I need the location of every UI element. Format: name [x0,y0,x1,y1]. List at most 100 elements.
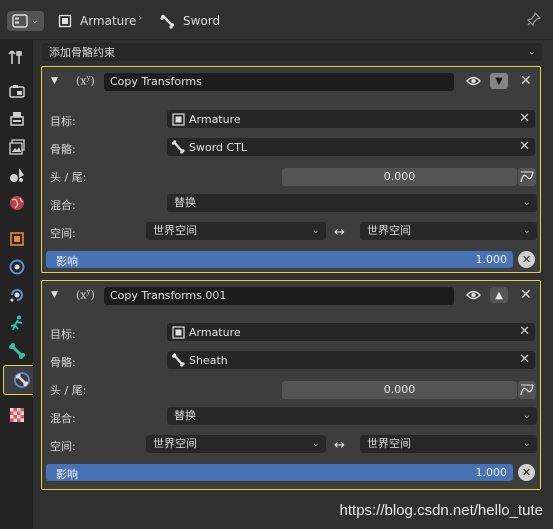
owner-space-dropdown[interactable]: 世界空间 ⌄ [146,222,326,240]
target-row: 目标: Armature ✕ [42,323,540,343]
modifiers-icon[interactable] [6,256,28,278]
texture-icon[interactable] [6,404,28,426]
collapse-triangle-icon[interactable]: ▼ [51,76,58,86]
bone-field[interactable]: Sword CTL ✕ [167,138,535,156]
world-icon[interactable] [6,192,28,214]
add-bone-constraint-dropdown[interactable]: 添加骨骼约束 ⌄ [42,43,542,61]
mix-value: 替换 [174,409,196,422]
scene-icon[interactable] [6,164,28,186]
target-space-value: 世界空间 [367,224,411,237]
use-bbone-shape-toggle[interactable] [518,168,536,186]
target-row: 目标: Armature ✕ [42,110,540,130]
copy-transforms-icon: (xy) [76,288,95,302]
triangle-down-icon: ▼ [495,75,503,87]
breadcrumb-bone-name: Sword [183,14,221,28]
mix-dropdown[interactable]: 替换 ⌄ [167,407,537,425]
watermark-text: https://blog.csdn.net/hello_tute [339,502,543,519]
bbone-curve-icon [520,171,534,183]
use-bbone-shape-toggle[interactable] [518,381,536,399]
bone-icon[interactable] [6,340,28,362]
chevron-down-icon: ⌄ [311,438,320,449]
pin-icon[interactable] [526,11,542,29]
target-field[interactable]: Armature ✕ [167,323,535,341]
move-up-button[interactable]: ▲ [490,287,508,303]
constraint-panel: ▼ (xy) Copy Transforms ▼ ✕ 目标: Armature … [41,66,541,273]
move-down-button[interactable]: ▼ [490,73,508,89]
constraint-header: ▼ (xy) Copy Transforms.001 ▲ ✕ [42,285,540,305]
chevron-down-icon: ⌄ [522,438,531,449]
close-icon[interactable]: ✕ [520,287,532,303]
chevron-down-icon: ⌄ [31,16,39,26]
space-label: 空间: [50,440,76,453]
disable-keep-transform-icon[interactable]: ✕ [518,251,535,268]
target-value: Armature [189,112,241,126]
breadcrumb-bone: Sword [160,10,220,32]
bone-icon [167,140,189,154]
influence-slider[interactable]: 影响 1.000 [46,251,513,268]
target-space-dropdown[interactable]: 世界空间 ⌄ [360,222,537,240]
bone-icon [167,353,189,367]
chevron-down-icon: ⌄ [522,197,531,208]
bone-row: 骨骼: Sword CTL ✕ [42,138,540,158]
mix-row: 混合: 替换 ⌄ [42,407,540,427]
influence-slider[interactable]: 影响 1.000 [46,464,513,481]
chevron-down-icon: ⌄ [522,225,531,236]
properties-tabs [0,40,40,529]
breadcrumb-object: Armature [58,10,136,32]
head-tail-field[interactable]: 0.000 [282,381,517,399]
particles-icon[interactable] [6,284,28,306]
mix-label: 混合: [50,199,76,212]
bone-icon [160,14,175,29]
target-field[interactable]: Armature ✕ [167,110,535,128]
armature-object-icon [167,325,189,339]
head-tail-field[interactable]: 0.000 [282,168,517,186]
space-row: 空间: 世界空间 ⌄ ↔ 世界空间 ⌄ [42,222,540,242]
bbone-curve-icon [520,384,534,396]
mix-dropdown[interactable]: 替换 ⌄ [167,194,537,212]
bone-value: Sheath [189,353,228,367]
render-icon[interactable] [6,80,28,102]
mix-row: 混合: 替换 ⌄ [42,194,540,214]
tool-icon[interactable] [6,47,28,69]
owner-space-dropdown[interactable]: 世界空间 ⌄ [146,435,326,453]
owner-space-value: 世界空间 [153,224,197,237]
influence-value: 1.000 [475,466,508,479]
head-tail-label: 头 / 尾: [50,171,87,184]
clear-target-icon[interactable]: ✕ [519,111,530,126]
constraint-name-field[interactable]: Copy Transforms [104,73,454,91]
editor-type-button[interactable]: ⌄ [7,11,44,31]
target-label: 目标: [50,115,76,128]
chevron-down-icon: ⌄ [522,410,531,421]
target-value: Armature [189,325,241,339]
chevron-down-icon: ⌄ [311,225,320,236]
target-space-dropdown[interactable]: 世界空间 ⌄ [360,435,537,453]
breadcrumb-separator-icon: › [138,11,143,24]
eye-icon[interactable] [466,75,481,87]
view-layer-icon[interactable] [6,136,28,158]
object-icon[interactable] [6,228,28,250]
owner-space-value: 世界空间 [153,437,197,450]
constraint-name-field[interactable]: Copy Transforms.001 [104,287,454,305]
close-icon[interactable]: ✕ [520,73,532,89]
copy-transforms-icon: (xy) [76,74,95,88]
head-tail-row: 头 / 尾: 0.000 [42,379,540,399]
bone-value: Sword CTL [189,140,248,154]
clear-target-icon[interactable]: ✕ [519,324,530,339]
output-icon[interactable] [6,108,28,130]
space-row: 空间: 世界空间 ⌄ ↔ 世界空间 ⌄ [42,435,540,455]
collapse-triangle-icon[interactable]: ▼ [51,290,58,300]
add-bone-constraint-label: 添加骨骼约束 [49,46,115,59]
eye-icon[interactable] [466,289,481,301]
constraint-panel: ▼ (xy) Copy Transforms.001 ▲ ✕ 目标: Armat… [41,280,541,490]
influence-row: 影响 1.000 ✕ [42,250,540,270]
clear-bone-icon[interactable]: ✕ [519,139,530,154]
properties-header: ⌄ Armature › Sword [0,0,553,40]
disable-keep-transform-icon[interactable]: ✕ [518,464,535,481]
physics-icon[interactable] [6,312,28,334]
bone-field[interactable]: Sheath ✕ [167,351,535,369]
influence-value: 1.000 [475,253,508,266]
armature-object-icon [167,112,189,126]
head-tail-row: 头 / 尾: 0.000 [42,166,540,186]
clear-bone-icon[interactable]: ✕ [519,352,530,367]
armature-object-icon [58,14,72,28]
